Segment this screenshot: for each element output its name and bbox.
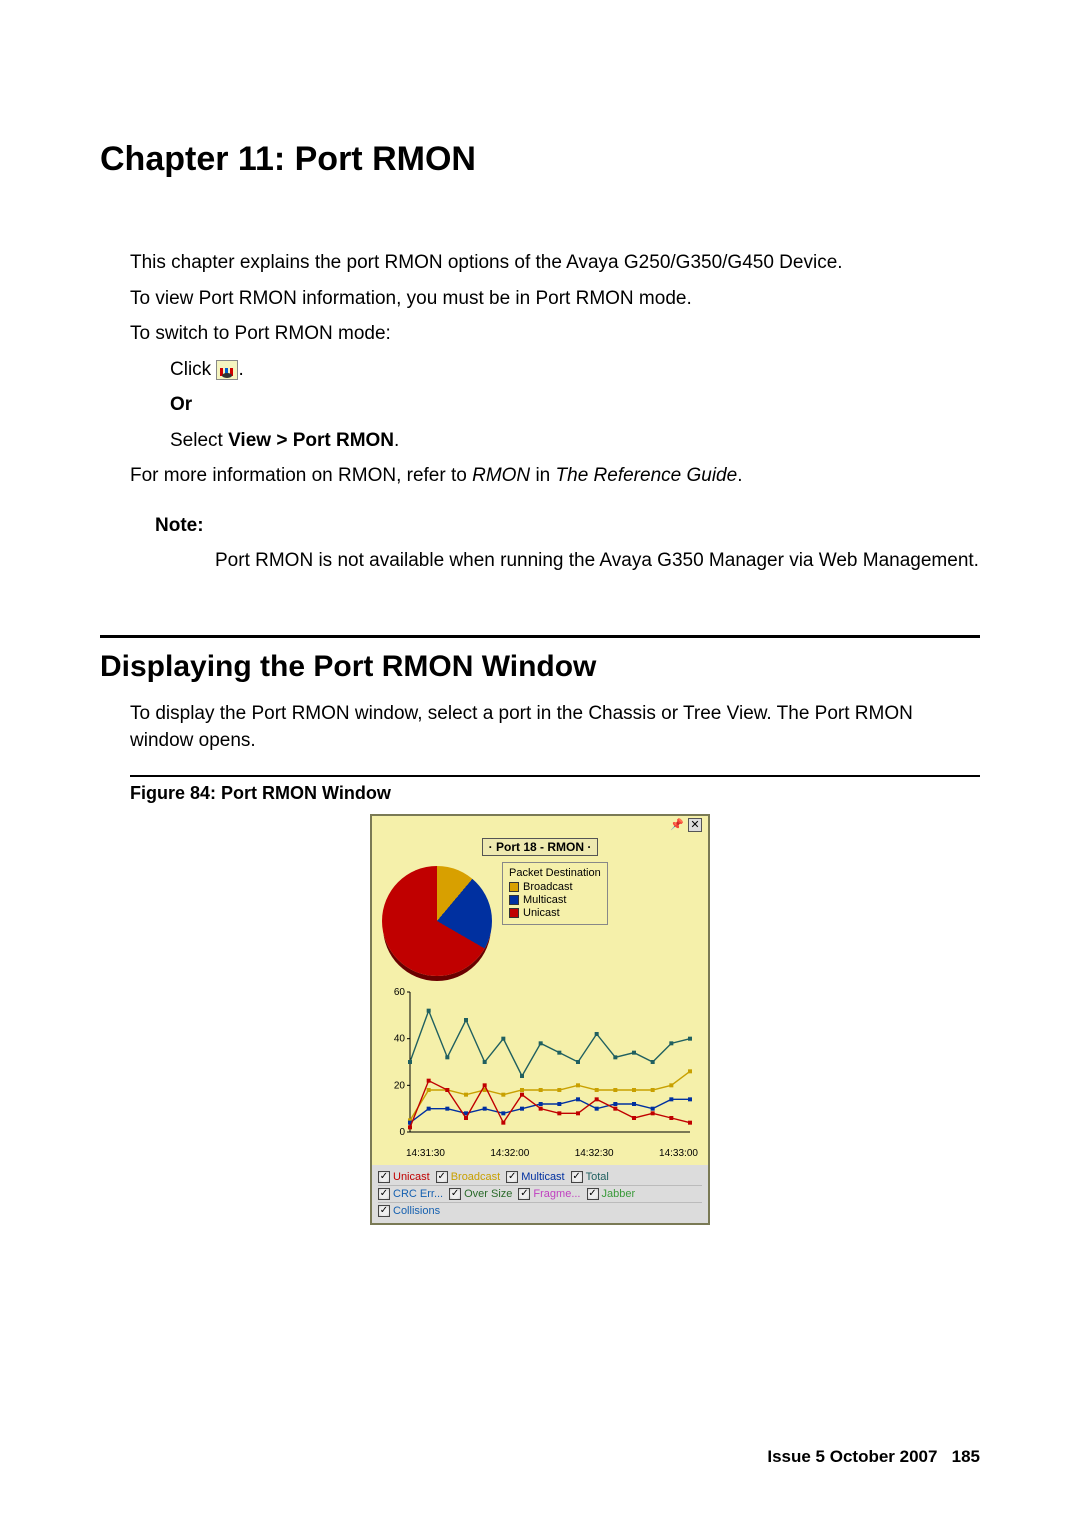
legend-unicast: Unicast	[509, 907, 601, 919]
figure-container: 📌 ✕ · Port 18 - RMON · Packet Destinatio…	[100, 814, 980, 1225]
note-body: Port RMON is not available when running …	[215, 547, 980, 575]
swatch-unicast	[509, 908, 519, 918]
checkbox-icon[interactable]: ✓	[518, 1188, 530, 1200]
close-icon[interactable]: ✕	[688, 818, 702, 832]
swatch-broadcast	[509, 882, 519, 892]
toggle-row-1: ✓Unicast ✓Broadcast ✓Multicast ✓Total	[378, 1169, 702, 1185]
section2-p1: To display the Port RMON window, select …	[130, 700, 980, 755]
toggle-crc[interactable]: ✓CRC Err...	[378, 1188, 443, 1200]
note-label: Note:	[155, 512, 980, 540]
svg-text:20: 20	[394, 1080, 406, 1091]
moreinfo-mid: in	[530, 465, 555, 486]
toggle-broadcast[interactable]: ✓Broadcast	[436, 1171, 501, 1183]
checkbox-icon[interactable]: ✓	[587, 1188, 599, 1200]
pie-chart	[382, 866, 492, 976]
select-line: Select View > Port RMON.	[170, 427, 980, 455]
rmon-window: 📌 ✕ · Port 18 - RMON · Packet Destinatio…	[370, 814, 710, 1225]
toggle-unicast[interactable]: ✓Unicast	[378, 1171, 430, 1183]
figure-caption: Figure 84: Port RMON Window	[130, 783, 980, 804]
section-heading: Displaying the Port RMON Window	[100, 650, 980, 684]
toggle-fragme[interactable]: ✓Fragme...	[518, 1188, 580, 1200]
x-tick: 14:31:30	[406, 1148, 445, 1159]
legend-broadcast: Broadcast	[509, 881, 601, 893]
intro-p1: This chapter explains the port RMON opti…	[130, 249, 980, 277]
x-tick: 14:32:30	[575, 1148, 614, 1159]
toggle-row-2: ✓CRC Err... ✓Over Size ✓Fragme... ✓Jabbe…	[378, 1185, 702, 1202]
checkbox-icon[interactable]: ✓	[449, 1188, 461, 1200]
footer-issue: Issue 5 October 2007	[767, 1447, 937, 1466]
select-suffix: .	[394, 430, 399, 451]
checkbox-icon[interactable]: ✓	[506, 1171, 518, 1183]
x-tick: 14:33:00	[659, 1148, 698, 1159]
checkbox-icon[interactable]: ✓	[436, 1171, 448, 1183]
figure-divider	[130, 775, 980, 777]
checkbox-icon[interactable]: ✓	[571, 1171, 583, 1183]
toggle-oversize[interactable]: ✓Over Size	[449, 1188, 512, 1200]
svg-text:40: 40	[394, 1034, 406, 1045]
toggle-row-3: ✓Collisions	[378, 1202, 702, 1219]
port-label[interactable]: · Port 18 - RMON ·	[482, 838, 599, 856]
select-prefix: Select	[170, 430, 228, 451]
chapter-title: Chapter 11: Port RMON	[100, 140, 980, 179]
swatch-multicast	[509, 895, 519, 905]
page-footer: Issue 5 October 2007 185	[767, 1447, 980, 1467]
toggle-collisions[interactable]: ✓Collisions	[378, 1205, 440, 1217]
x-tick-labels: 14:31:30 14:32:00 14:32:30 14:33:00	[386, 1146, 698, 1159]
more-info: For more information on RMON, refer to R…	[130, 462, 980, 490]
or-label: Or	[170, 391, 980, 419]
toggle-jabber[interactable]: ✓Jabber	[587, 1188, 636, 1200]
footer-page: 185	[952, 1447, 980, 1466]
svg-text:0: 0	[399, 1127, 405, 1138]
chart-toggles: ✓Unicast ✓Broadcast ✓Multicast ✓Total ✓C…	[372, 1165, 708, 1223]
legend-title: Packet Destination	[509, 867, 601, 879]
checkbox-icon[interactable]: ✓	[378, 1171, 390, 1183]
legend-multicast: Multicast	[509, 894, 601, 906]
moreinfo-guide: The Reference Guide	[556, 465, 738, 486]
moreinfo-rmon: RMON	[472, 465, 530, 486]
line-chart-area: 0 20 40 60 14:31:30 14:32:00 14:32:30 14:33…	[372, 982, 708, 1165]
rmon-toolbar-icon	[216, 360, 238, 380]
checkbox-icon[interactable]: ✓	[378, 1205, 390, 1217]
pie-legend: Packet Destination Broadcast Multicast U…	[502, 862, 608, 925]
moreinfo-prefix: For more information on RMON, refer to	[130, 465, 472, 486]
toggle-total[interactable]: ✓Total	[571, 1171, 609, 1183]
line-chart: 0 20 40 60	[386, 986, 696, 1146]
toggle-multicast[interactable]: ✓Multicast	[506, 1171, 564, 1183]
svg-text:60: 60	[394, 987, 406, 998]
pin-icon[interactable]: 📌	[670, 818, 684, 832]
select-path: View > Port RMON	[228, 430, 394, 451]
click-suffix: .	[238, 359, 243, 380]
click-prefix: Click	[170, 359, 216, 380]
intro-p3: To switch to Port RMON mode:	[130, 320, 980, 348]
click-line: Click .	[170, 356, 980, 384]
x-tick: 14:32:00	[490, 1148, 529, 1159]
moreinfo-suffix: .	[737, 465, 742, 486]
rmon-titlebar: 📌 ✕	[372, 816, 708, 836]
checkbox-icon[interactable]: ✓	[378, 1188, 390, 1200]
section-divider	[100, 635, 980, 638]
intro-p2: To view Port RMON information, you must …	[130, 285, 980, 313]
